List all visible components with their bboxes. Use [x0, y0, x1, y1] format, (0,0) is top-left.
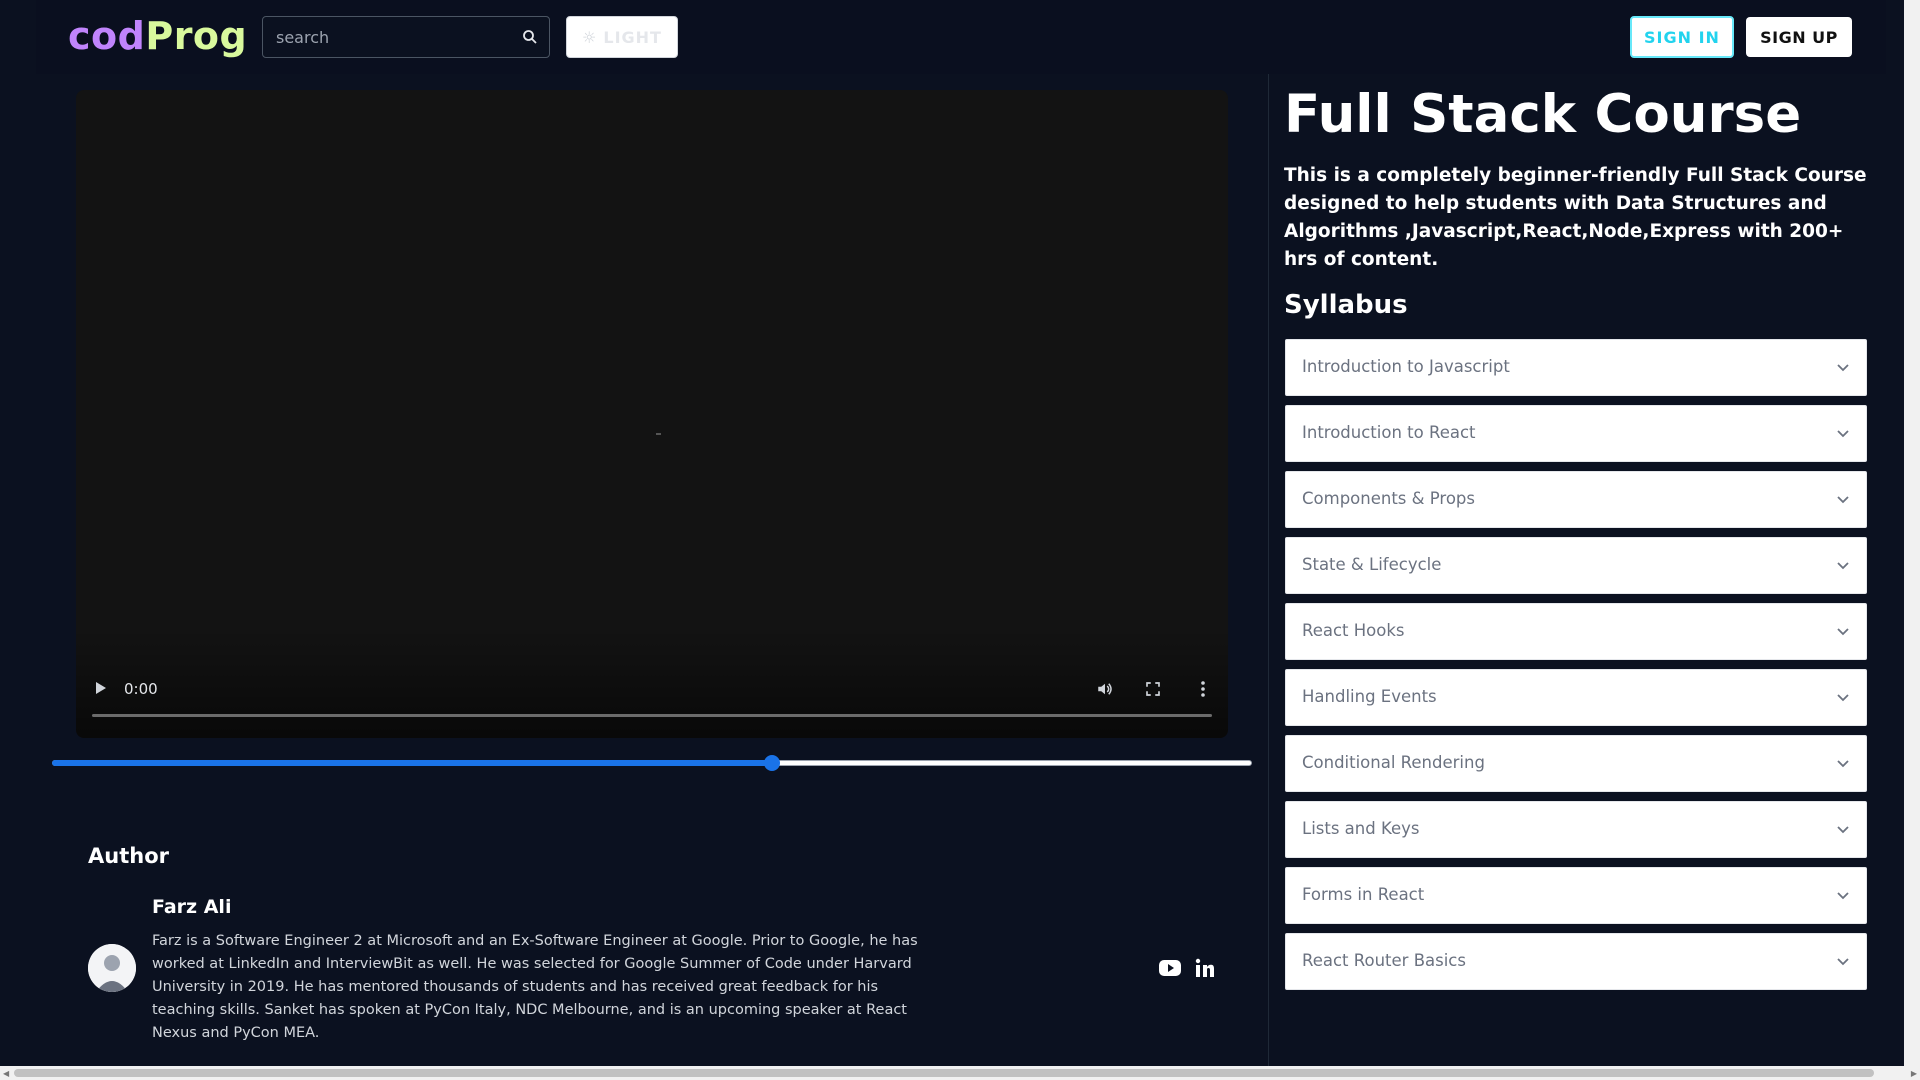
horizontal-scrollbar-thumb[interactable]: [14, 1069, 1874, 1077]
syllabus-item[interactable]: Components & Props: [1285, 471, 1867, 528]
avatar: [88, 944, 136, 992]
linkedin-icon[interactable]: [1195, 958, 1215, 978]
syllabus-item[interactable]: React Router Basics: [1285, 933, 1867, 990]
video-controls-overlay: [76, 628, 1228, 738]
logo-part-cod: cod: [68, 14, 146, 58]
video-player[interactable]: 0:00: [76, 90, 1228, 738]
syllabus-item-label: Lists and Keys: [1302, 819, 1420, 838]
logo-part-prog: Prog: [145, 14, 248, 58]
syllabus-item[interactable]: Forms in React: [1285, 867, 1867, 924]
syllabus-item[interactable]: Introduction to Javascript: [1285, 339, 1867, 396]
author-bio: Farz is a Software Engineer 2 at Microso…: [152, 933, 918, 1041]
play-icon[interactable]: [94, 680, 108, 696]
syllabus-item[interactable]: State & Lifecycle: [1285, 537, 1867, 594]
sun-icon: ☼: [582, 27, 598, 47]
chevron-down-icon: [1837, 430, 1849, 438]
syllabus-item-label: React Hooks: [1302, 621, 1405, 640]
syllabus-item[interactable]: Introduction to React: [1285, 405, 1867, 462]
vertical-scrollbar[interactable]: [1904, 0, 1920, 1066]
progress-slider-fill: [52, 760, 772, 766]
syllabus-item-label: Components & Props: [1302, 489, 1475, 508]
chevron-down-icon: [1837, 628, 1849, 636]
syllabus-item[interactable]: Conditional Rendering: [1285, 735, 1867, 792]
syllabus-item[interactable]: Lists and Keys: [1285, 801, 1867, 858]
syllabus-item-label: Introduction to Javascript: [1302, 357, 1510, 376]
video-loading-indicator: [656, 433, 661, 435]
syllabus-item-label: React Router Basics: [1302, 951, 1466, 970]
theme-toggle-label: LIGHT: [603, 27, 662, 47]
syllabus-item-label: State & Lifecycle: [1302, 555, 1442, 574]
chevron-down-icon: [1837, 496, 1849, 504]
syllabus-item-label: Introduction to React: [1302, 423, 1476, 442]
author-heading: Author: [88, 844, 169, 868]
chevron-down-icon: [1837, 562, 1849, 570]
column-divider: [1268, 74, 1269, 1074]
volume-icon[interactable]: [1096, 680, 1114, 698]
fullscreen-icon[interactable]: [1144, 680, 1162, 698]
logo[interactable]: codProg: [68, 14, 247, 58]
author-name: Farz Ali: [152, 896, 232, 918]
syllabus-item[interactable]: React Hooks: [1285, 603, 1867, 660]
search-icon[interactable]: [521, 28, 539, 46]
chevron-down-icon: [1837, 760, 1849, 768]
horizontal-scrollbar[interactable]: ◀ ▶: [0, 1066, 1920, 1080]
theme-toggle-button[interactable]: ☼ LIGHT: [566, 16, 678, 58]
syllabus-heading: Syllabus: [1284, 290, 1408, 320]
progress-slider-thumb[interactable]: [764, 755, 780, 771]
search-box: [262, 16, 550, 58]
syllabus-item-label: Conditional Rendering: [1302, 753, 1485, 772]
sign-in-button[interactable]: SIGN IN: [1630, 16, 1734, 58]
syllabus-item-label: Handling Events: [1302, 687, 1437, 706]
youtube-icon[interactable]: [1158, 958, 1182, 978]
chevron-down-icon: [1837, 892, 1849, 900]
search-input[interactable]: [263, 17, 503, 57]
course-title: Full Stack Course: [1284, 84, 1802, 145]
chevron-down-icon: [1837, 958, 1849, 966]
sign-up-button[interactable]: SIGN UP: [1746, 17, 1852, 57]
chevron-down-icon: [1837, 826, 1849, 834]
syllabus-item-label: Forms in React: [1302, 885, 1425, 904]
scroll-right-arrow-icon[interactable]: ▶: [1911, 1069, 1917, 1078]
progress-slider[interactable]: [52, 755, 1252, 771]
more-options-icon[interactable]: [1200, 680, 1206, 698]
chevron-down-icon: [1837, 364, 1849, 372]
video-seek-bar[interactable]: [92, 714, 1212, 717]
navbar: codProg ☼LIGHT SIGN IN SIGN UP: [36, 0, 1886, 74]
video-time: 0:00: [124, 680, 158, 698]
course-description: This is a completely beginner-friendly F…: [1284, 165, 1867, 270]
chevron-down-icon: [1837, 694, 1849, 702]
scroll-left-arrow-icon[interactable]: ◀: [3, 1069, 9, 1078]
syllabus-item[interactable]: Handling Events: [1285, 669, 1867, 726]
